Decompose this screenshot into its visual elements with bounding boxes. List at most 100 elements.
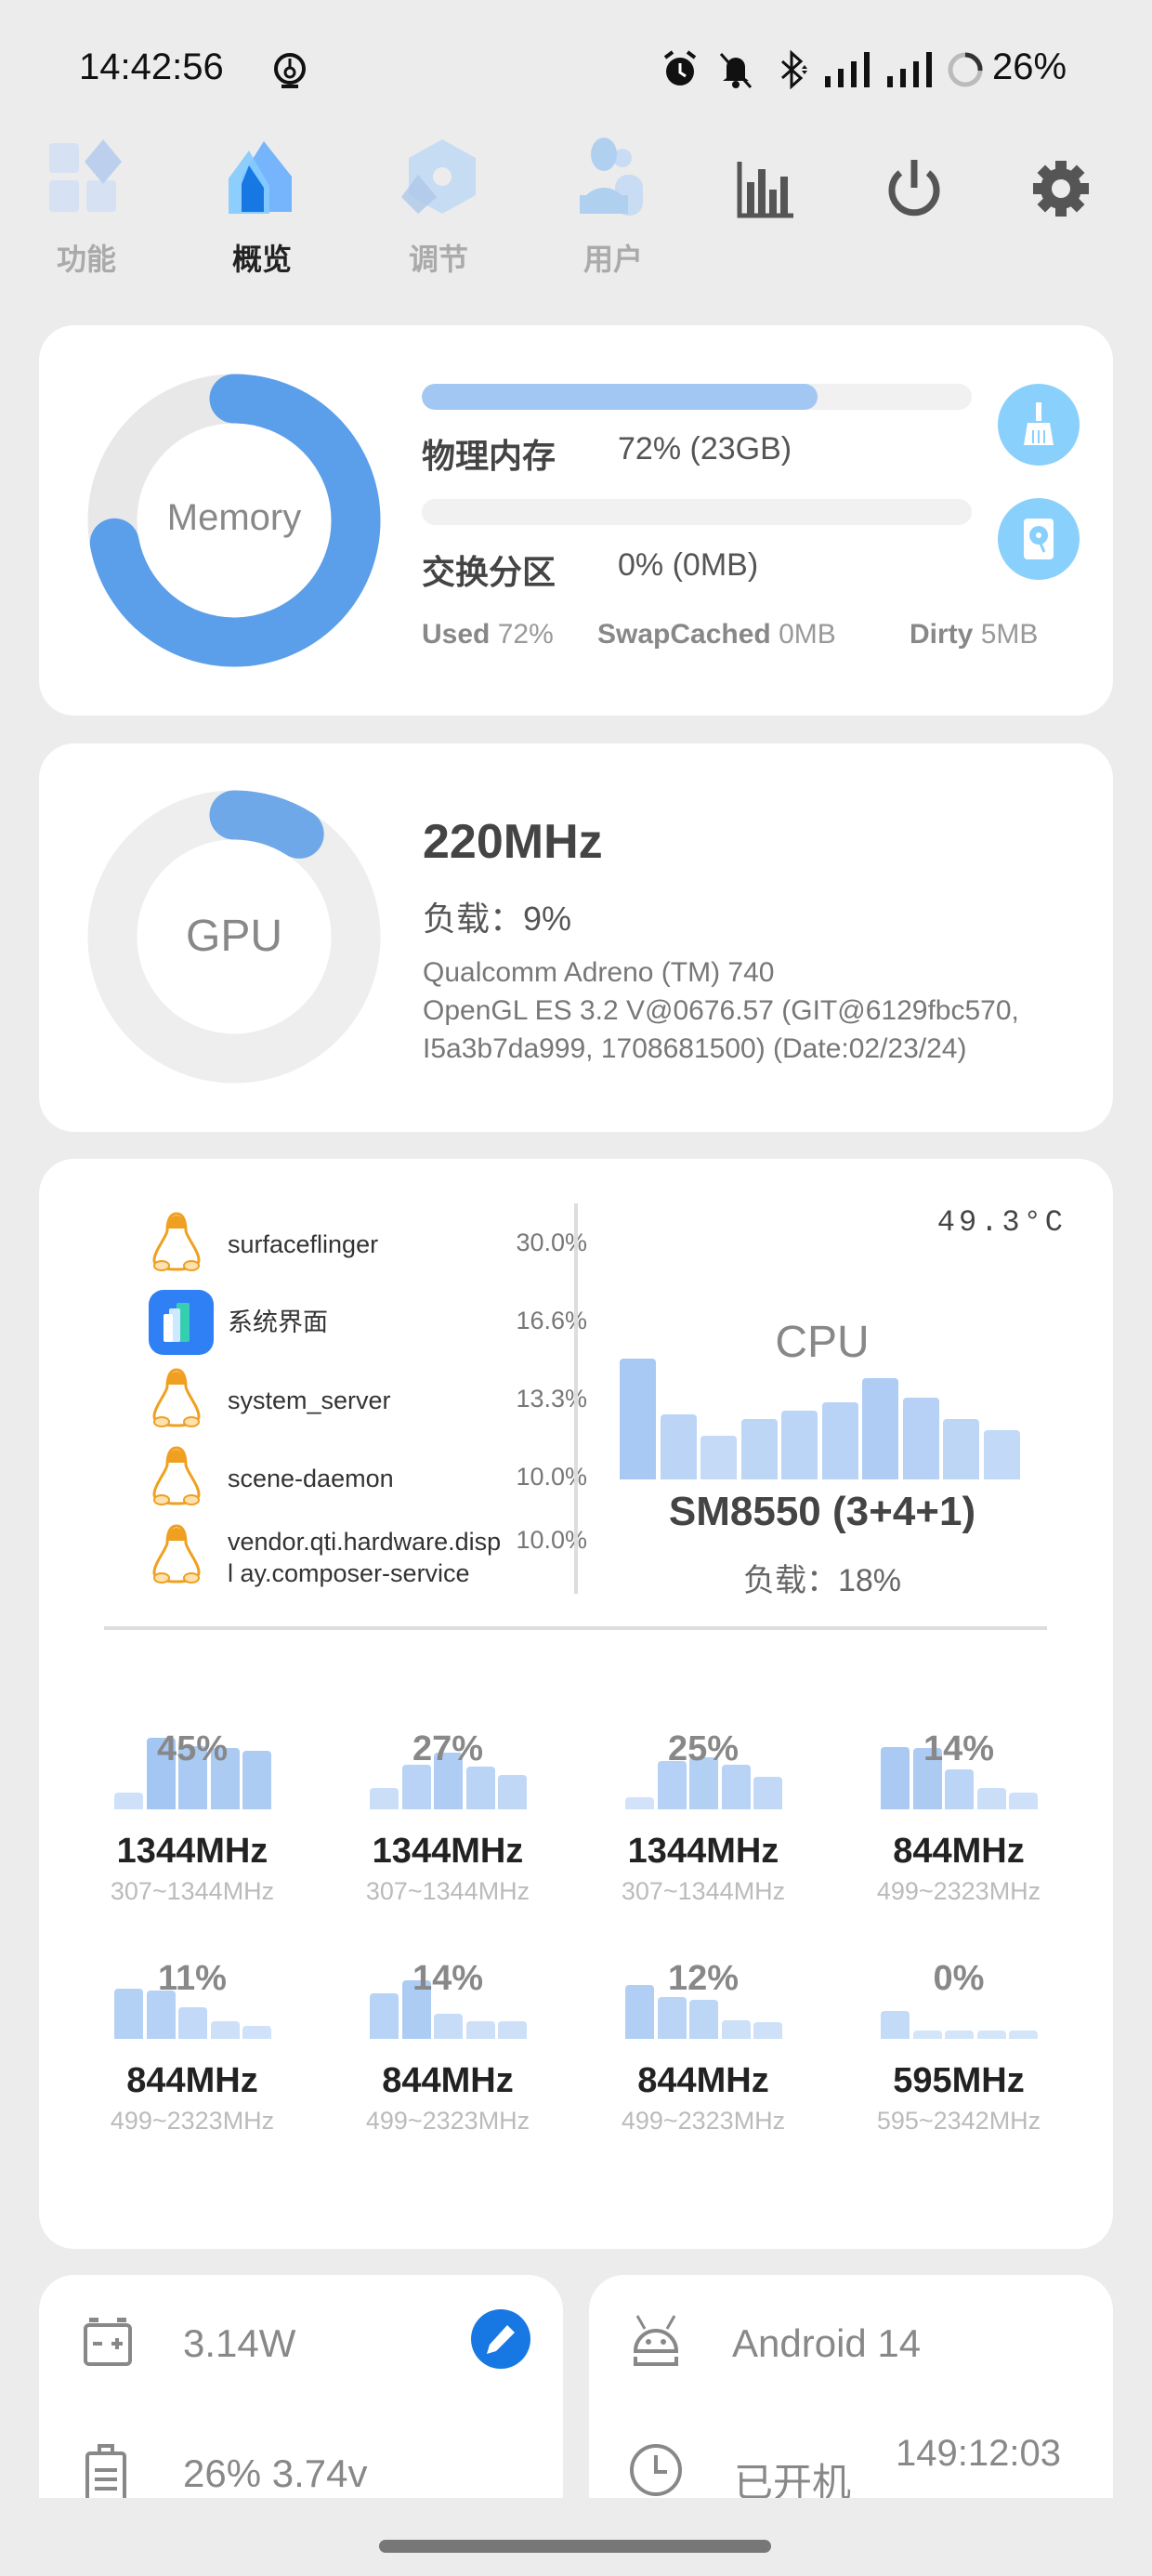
core-history-bar — [1009, 1793, 1038, 1809]
core-history-bar — [912, 2031, 942, 2039]
tab-features[interactable]: 功能 — [31, 138, 142, 279]
horizontal-divider — [104, 1626, 1047, 1630]
system-ui-icon — [149, 1290, 214, 1355]
process-item[interactable]: system_server 13.3% — [141, 1368, 587, 1433]
gear-icon[interactable] — [1028, 156, 1093, 221]
stat-value: 0MB — [779, 619, 836, 650]
tab-users[interactable]: 用户 — [557, 138, 669, 279]
core-load: 25% — [667, 1729, 740, 1768]
process-name: surfaceflinger — [228, 1230, 379, 1258]
broom-icon — [1024, 402, 1054, 445]
battery-status: 26% 3.74v — [183, 2451, 368, 2495]
grid-icon — [49, 139, 122, 212]
tune-icon — [401, 139, 476, 214]
tab-label: 调节 — [408, 243, 468, 276]
signal-icon — [887, 52, 932, 87]
android-icon — [633, 2315, 679, 2366]
core-load: 12% — [667, 1959, 740, 1998]
core-history-bar — [881, 2010, 910, 2039]
core-range: 499~2323MHz — [365, 2107, 530, 2135]
tab-tune[interactable]: 调节 — [383, 138, 494, 279]
system-card[interactable]: Android 14 已开机 149:12:03 — [589, 2275, 1113, 2498]
status-time: 14:42:56 — [79, 46, 224, 87]
tab-label: 用户 — [583, 243, 643, 276]
gpu-card[interactable]: GPU 220MHz 负载：9% Qualcomm Adreno (TM) 74… — [39, 743, 1113, 1132]
power-card[interactable]: 3.14W 26% 3.74v — [39, 2275, 563, 2498]
cpu-history-bar — [740, 1419, 778, 1479]
process-item[interactable]: 系统界面 16.6% — [141, 1290, 587, 1355]
clean-memory-button[interactable] — [998, 384, 1080, 466]
stat-value: 72% — [497, 619, 554, 650]
gpu-frequency: 220MHz — [423, 815, 603, 869]
core-range: 307~1344MHz — [621, 1877, 786, 1905]
core-history-bar — [753, 2022, 782, 2039]
cpu-history-bar — [902, 1397, 939, 1479]
tab-label: 概览 — [231, 243, 292, 276]
core-history-bar — [976, 2031, 1006, 2039]
process-item[interactable]: scene-daemon 10.0% — [141, 1446, 587, 1511]
core-history-bar — [1009, 2031, 1038, 2039]
battery-percent: 26% — [992, 46, 1067, 87]
core-range: 307~1344MHz — [365, 1877, 530, 1905]
cpu-history-bar — [821, 1401, 858, 1479]
cpu-history-bar — [781, 1410, 818, 1479]
core-history-bar — [657, 1997, 687, 2039]
core-history-bar — [945, 1768, 974, 1809]
linux-icon — [149, 1368, 214, 1433]
uptime-label: 已开机 — [734, 2461, 852, 2498]
core-frequency: 844MHz — [893, 1832, 1025, 1871]
core-history-bar — [689, 2000, 718, 2039]
tab-overview[interactable]: 概览 — [206, 138, 318, 279]
home-icon — [229, 141, 292, 214]
core-history-bar — [434, 2013, 463, 2039]
core-history-bar — [465, 2020, 495, 2039]
disk-icon — [1024, 519, 1054, 559]
core-history-bar — [370, 1993, 399, 2039]
core-load: 11% — [158, 1959, 227, 1998]
gpu-version-cont: I5a3b7da999, 1708681500) (Date:02/23/24) — [423, 1033, 967, 1064]
swap-settings-button[interactable] — [998, 498, 1080, 580]
core-history-bar — [401, 1765, 431, 1809]
cpu-history-bar — [660, 1413, 697, 1479]
cpu-history-bar — [620, 1359, 656, 1479]
chart-icon[interactable] — [734, 156, 799, 221]
core-frequency: 844MHz — [382, 2061, 514, 2100]
process-name: system_server — [228, 1387, 391, 1414]
gpu-version: OpenGL ES 3.2 V@0676.57 (GIT@6129fbc570, — [423, 995, 1019, 1026]
core-history-bar — [753, 1776, 782, 1809]
stat-dirty: Dirty 5MB — [910, 619, 1038, 651]
cpu-card[interactable]: surfaceflinger 30.0% 系统界面 16.6% system_serve… — [39, 1159, 1113, 2249]
memory-card[interactable]: Memory 物理内存 72% (23GB) 交换分区 0% (0MB) Use… — [39, 325, 1113, 716]
edit-button[interactable] — [471, 2309, 530, 2369]
core-history-bar — [114, 1793, 143, 1809]
core-frequency: 844MHz — [126, 2061, 258, 2100]
power-icon[interactable] — [882, 156, 947, 221]
stat-key: Dirty — [910, 619, 974, 650]
core-history-bar — [625, 1797, 654, 1809]
core-history-bar — [721, 1765, 751, 1809]
core-history-bar — [721, 2020, 751, 2039]
signal-icon — [825, 52, 870, 87]
core-history-bar — [465, 1766, 495, 1809]
core-load: 45% — [156, 1729, 229, 1768]
swap-label: 交换分区 — [422, 553, 556, 591]
core-frequency: 1344MHz — [116, 1832, 268, 1871]
physical-memory-value: 72% (23GB) — [618, 431, 792, 467]
pencil-icon — [487, 2325, 515, 2354]
home-indicator[interactable] — [379, 2540, 771, 2553]
battery-charge-icon — [84, 2318, 132, 2366]
core-history-bar — [370, 1787, 399, 1809]
cpu-history-bar — [983, 1429, 1020, 1479]
core-load: 14% — [412, 1959, 484, 1998]
core-load: 0% — [933, 1959, 985, 1998]
memory-ring-label: Memory — [166, 497, 302, 538]
gpu-renderer: Qualcomm Adreno (TM) 740 — [423, 957, 775, 988]
core-range: 499~2323MHz — [110, 2107, 275, 2135]
battery-icon — [85, 2444, 126, 2498]
core-frequency: 595MHz — [893, 2061, 1025, 2100]
clock-icon — [630, 2444, 682, 2496]
physical-memory-label: 物理内存 — [422, 437, 556, 475]
process-item[interactable]: vendor.qti.hardware.displ ay.composer-se… — [141, 1524, 587, 1589]
stat-used: Used 72% — [422, 619, 554, 651]
process-item[interactable]: surfaceflinger 30.0% — [141, 1212, 587, 1277]
